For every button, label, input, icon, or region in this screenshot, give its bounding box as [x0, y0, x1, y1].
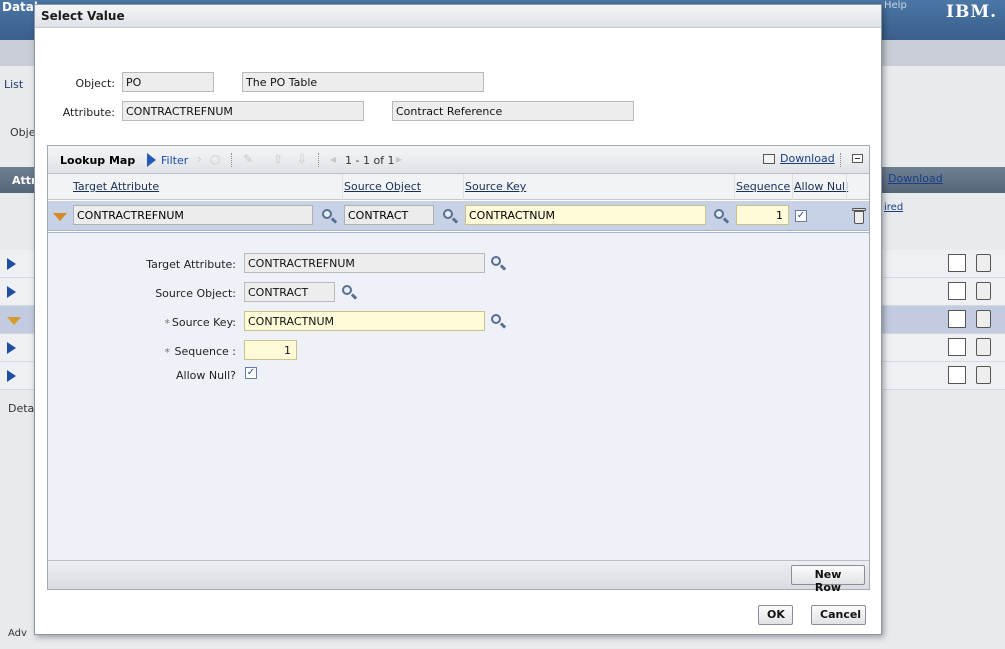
- column-separator: [792, 174, 793, 200]
- lookup-map-title: Lookup Map: [60, 154, 136, 167]
- filter-button[interactable]: Filter: [161, 154, 188, 167]
- filter-icon[interactable]: [147, 153, 156, 167]
- lookup-map-table-header: Target Attribute Source Object Source Ke…: [48, 174, 869, 200]
- download-icon[interactable]: [763, 154, 775, 164]
- allow-null-checkbox[interactable]: ✓: [795, 210, 807, 222]
- object-label: Obje: [10, 126, 36, 139]
- dialog-title: Select Value: [35, 5, 881, 28]
- collapse-panel-icon[interactable]: [852, 154, 863, 163]
- object-field: PO: [122, 72, 214, 92]
- edit-icon[interactable]: [948, 338, 966, 356]
- edit-icon[interactable]: [948, 282, 966, 300]
- target-attribute-cell[interactable]: CONTRACTREFNUM: [73, 205, 313, 225]
- advanced-section-title: Adv: [8, 628, 27, 639]
- source-key-cell[interactable]: CONTRACTNUM: [465, 205, 706, 225]
- expand-row-icon[interactable]: [7, 258, 16, 270]
- allow-null-label: Allow Null?: [175, 369, 236, 382]
- expand-row-icon[interactable]: [7, 370, 16, 382]
- column-source-object[interactable]: Source Object: [344, 180, 421, 193]
- expand-row-icon[interactable]: [7, 342, 16, 354]
- lookup-map-panel: Lookup Map Filter › ○ ✎ ⇧ ⇩ ◂ 1 - 1 of 1…: [47, 145, 870, 594]
- cancel-button[interactable]: Cancel: [811, 605, 866, 625]
- select-value-dialog: Select Value Object: PO The PO Table Att…: [34, 4, 882, 635]
- trash-icon[interactable]: [852, 207, 866, 225]
- column-separator: [463, 174, 464, 200]
- edit-icon[interactable]: [948, 254, 966, 272]
- column-target-attribute[interactable]: Target Attribute: [73, 180, 159, 193]
- attribute-field: CONTRACTREFNUM: [122, 101, 364, 121]
- object-field-label: Object:: [75, 77, 115, 90]
- attribute-field-label: Attribute:: [62, 106, 115, 119]
- search-icon[interactable]: [321, 208, 338, 224]
- help-link[interactable]: Help: [884, 0, 907, 11]
- edit-icon[interactable]: [948, 310, 966, 328]
- next-page-icon: ▸: [396, 152, 403, 166]
- required-column-header[interactable]: ired: [884, 202, 903, 213]
- list-tab[interactable]: List: [4, 78, 23, 91]
- search-icon[interactable]: [442, 208, 459, 224]
- column-separator: [846, 174, 847, 200]
- attribute-description-field: Contract Reference: [392, 101, 634, 121]
- chevron-right-icon: ›: [197, 152, 202, 166]
- trash-icon[interactable]: [976, 310, 991, 328]
- expand-row-icon[interactable]: [7, 286, 16, 298]
- collapse-row-icon[interactable]: [53, 213, 67, 221]
- search-icon[interactable]: [341, 284, 358, 300]
- search-icon[interactable]: [490, 255, 507, 271]
- toolbar-separator: [318, 153, 320, 167]
- trash-icon[interactable]: [976, 282, 991, 300]
- allow-null-detail-checkbox[interactable]: ✓: [245, 367, 257, 379]
- source-object-cell[interactable]: CONTRACT: [344, 205, 434, 225]
- trash-icon[interactable]: [976, 338, 991, 356]
- clear-filter-icon: ✎: [243, 152, 254, 166]
- attributes-download-link[interactable]: Download: [888, 172, 943, 185]
- source-object-label: Source Object:: [155, 287, 236, 300]
- edit-icon[interactable]: [948, 366, 966, 384]
- source-object-field[interactable]: CONTRACT: [244, 282, 335, 302]
- sequence-label: Sequence :: [174, 345, 236, 358]
- details-section-title: Deta: [8, 402, 35, 415]
- attributes-section-title: Attr: [12, 174, 37, 187]
- collapse-row-icon[interactable]: [7, 317, 21, 325]
- ibm-logo: IBM.: [946, 2, 998, 22]
- trash-icon[interactable]: [976, 366, 991, 384]
- ok-button[interactable]: OK: [758, 605, 793, 625]
- arrow-up-icon: ⇧: [273, 152, 284, 166]
- download-link[interactable]: Download: [780, 152, 835, 165]
- arrow-down-icon: ⇩: [297, 152, 308, 166]
- sequence-field[interactable]: 1: [244, 340, 297, 360]
- object-description-field: The PO Table: [242, 72, 484, 92]
- sequence-cell[interactable]: 1: [736, 205, 789, 225]
- lookup-map-details: Target Attribute: CONTRACTREFNUM Source …: [48, 232, 869, 560]
- target-attribute-label: Target Attribute:: [146, 258, 236, 271]
- source-key-label: Source Key:: [171, 316, 236, 329]
- previous-page-icon: ◂: [330, 152, 337, 166]
- source-key-field[interactable]: CONTRACTNUM: [244, 311, 485, 331]
- toolbar-separator: [840, 153, 842, 167]
- record-count: 1 - 1 of 1: [345, 154, 395, 167]
- column-allow-null[interactable]: Allow Null: [794, 180, 848, 193]
- column-sequence[interactable]: Sequence: [736, 180, 790, 193]
- toolbar-separator: [231, 153, 233, 167]
- column-separator: [342, 174, 343, 200]
- table-row[interactable]: CONTRACTREFNUM CONTRACT CONTRACTNUM 1 ✓: [48, 201, 869, 231]
- search-icon[interactable]: [713, 208, 730, 224]
- trash-icon[interactable]: [976, 254, 991, 272]
- target-attribute-field[interactable]: CONTRACTREFNUM: [244, 253, 485, 273]
- new-row-button[interactable]: New Row: [791, 565, 865, 594]
- find-icon: ○: [210, 152, 221, 166]
- lookup-map-footer: New Row: [48, 560, 869, 594]
- column-source-key[interactable]: Source Key: [465, 180, 526, 193]
- search-icon[interactable]: [490, 313, 507, 329]
- column-separator: [734, 174, 735, 200]
- lookup-map-toolbar: Lookup Map Filter › ○ ✎ ⇧ ⇩ ◂ 1 - 1 of 1…: [48, 146, 869, 174]
